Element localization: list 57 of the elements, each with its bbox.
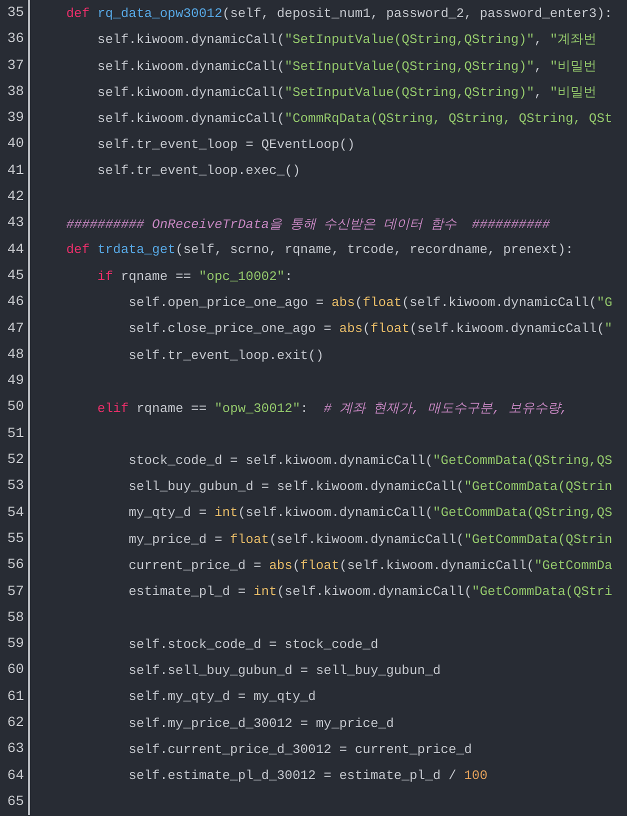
line-number: 47 (0, 316, 30, 342)
code-line: elif rqname == "opw_30012": # 계좌 현재가, 매도수구분, 보유수량, (97, 400, 568, 417)
code-line: self.kiwoom.dynamicCall("CommRqData(QString, QString, QString, QSt (97, 110, 612, 126)
line-number: 51 (0, 420, 30, 448)
line-number: 54 (0, 500, 30, 526)
line-number: 46 (0, 289, 30, 316)
line-number: 56 (0, 552, 30, 579)
line-number: 64 (0, 762, 30, 789)
code-line: self.stock_code_d = stock_code_d (128, 636, 378, 652)
line-number: 52 (0, 447, 30, 474)
code-line: self.kiwoom.dynamicCall("SetInputValue(QString,QString)", "비밀번 (97, 58, 597, 75)
code-line: self.my_qty_d = my_qty_d (128, 689, 316, 704)
line-number: 50 (0, 394, 30, 421)
code-line: self.tr_event_loop.exit() (128, 348, 324, 362)
line-number: 62 (0, 710, 30, 736)
code-line: stock_code_d = self.kiwoom.dynamicCall("GetCommData(QString,QS (128, 452, 612, 468)
line-number: 42 (0, 184, 30, 210)
line-number: 38 (0, 78, 30, 106)
line-number: 37 (0, 52, 30, 79)
code-line: if rqname == "opc_10002": (97, 268, 292, 284)
line-number: 39 (0, 105, 30, 132)
line-number: 65 (0, 788, 30, 816)
code-line: self.kiwoom.dynamicCall("SetInputValue(QString,QString)", "계좌번 (97, 31, 597, 48)
line-number: 45 (0, 262, 30, 290)
line-number: 48 (0, 342, 30, 368)
line-number: 58 (0, 604, 30, 632)
line-number: 53 (0, 473, 30, 500)
code-line: ########## OnReceiveTrData을 통해 수신받은 데이터 함수 ########## (66, 216, 550, 233)
code-line: sell_buy_gubun_d = self.kiwoom.dynamicCall("GetCommData(QStrin (128, 478, 612, 494)
code-line: self.close_price_one_ago = abs(float(self.kiwoom.dynamicCall(" (128, 321, 612, 336)
code-line: my_price_d = float(self.kiwoom.dynamicCall("GetCommData(QStrin (128, 532, 612, 547)
line-number: 35 (0, 0, 30, 26)
line-number: 49 (0, 368, 30, 394)
line-number: 61 (0, 684, 30, 710)
code-line: self.estimate_pl_d_30012 = estimate_pl_d / 100 (128, 768, 488, 784)
code-line: current_price_d = abs(float(self.kiwoom.dynamicCall("GetCommDa (128, 558, 612, 573)
code-line: def trdata_get(self, scrno, rqname, trcode, recordname, prenext): (66, 242, 574, 258)
code-line: self.kiwoom.dynamicCall("SetInputValue(QString,QString)", "비밀번 (97, 84, 597, 102)
code-line: self.tr_event_loop = QEventLoop() (97, 137, 355, 152)
code-line: self.tr_event_loop.exec_() (97, 163, 300, 178)
line-number: 43 (0, 210, 30, 237)
code-line: estimate_pl_d = int(self.kiwoom.dynamicCall("GetCommData(QStri (128, 584, 612, 600)
line-number: 55 (0, 526, 30, 552)
line-number: 59 (0, 631, 30, 658)
code-line: def rq_data_opw30012(self, deposit_num1, password_2, password_enter3): (66, 6, 612, 21)
line-number: 41 (0, 158, 30, 184)
line-number: 40 (0, 131, 30, 158)
line-number: 36 (0, 26, 30, 53)
line-number: 44 (0, 236, 30, 263)
line-number: 60 (0, 657, 30, 684)
code-line: self.sell_buy_gubun_d = sell_buy_gubun_d (128, 663, 441, 678)
code-line: my_qty_d = int(self.kiwoom.dynamicCall("GetCommData(QString,QS (128, 505, 612, 520)
code-line: self.current_price_d_30012 = current_price_d (128, 742, 472, 757)
code-line: self.my_price_d_30012 = my_price_d (128, 716, 394, 731)
code-line: self.open_price_one_ago = abs(float(self.kiwoom.dynamicCall("G (128, 294, 612, 310)
line-number: 57 (0, 578, 30, 605)
line-number: 63 (0, 736, 30, 763)
